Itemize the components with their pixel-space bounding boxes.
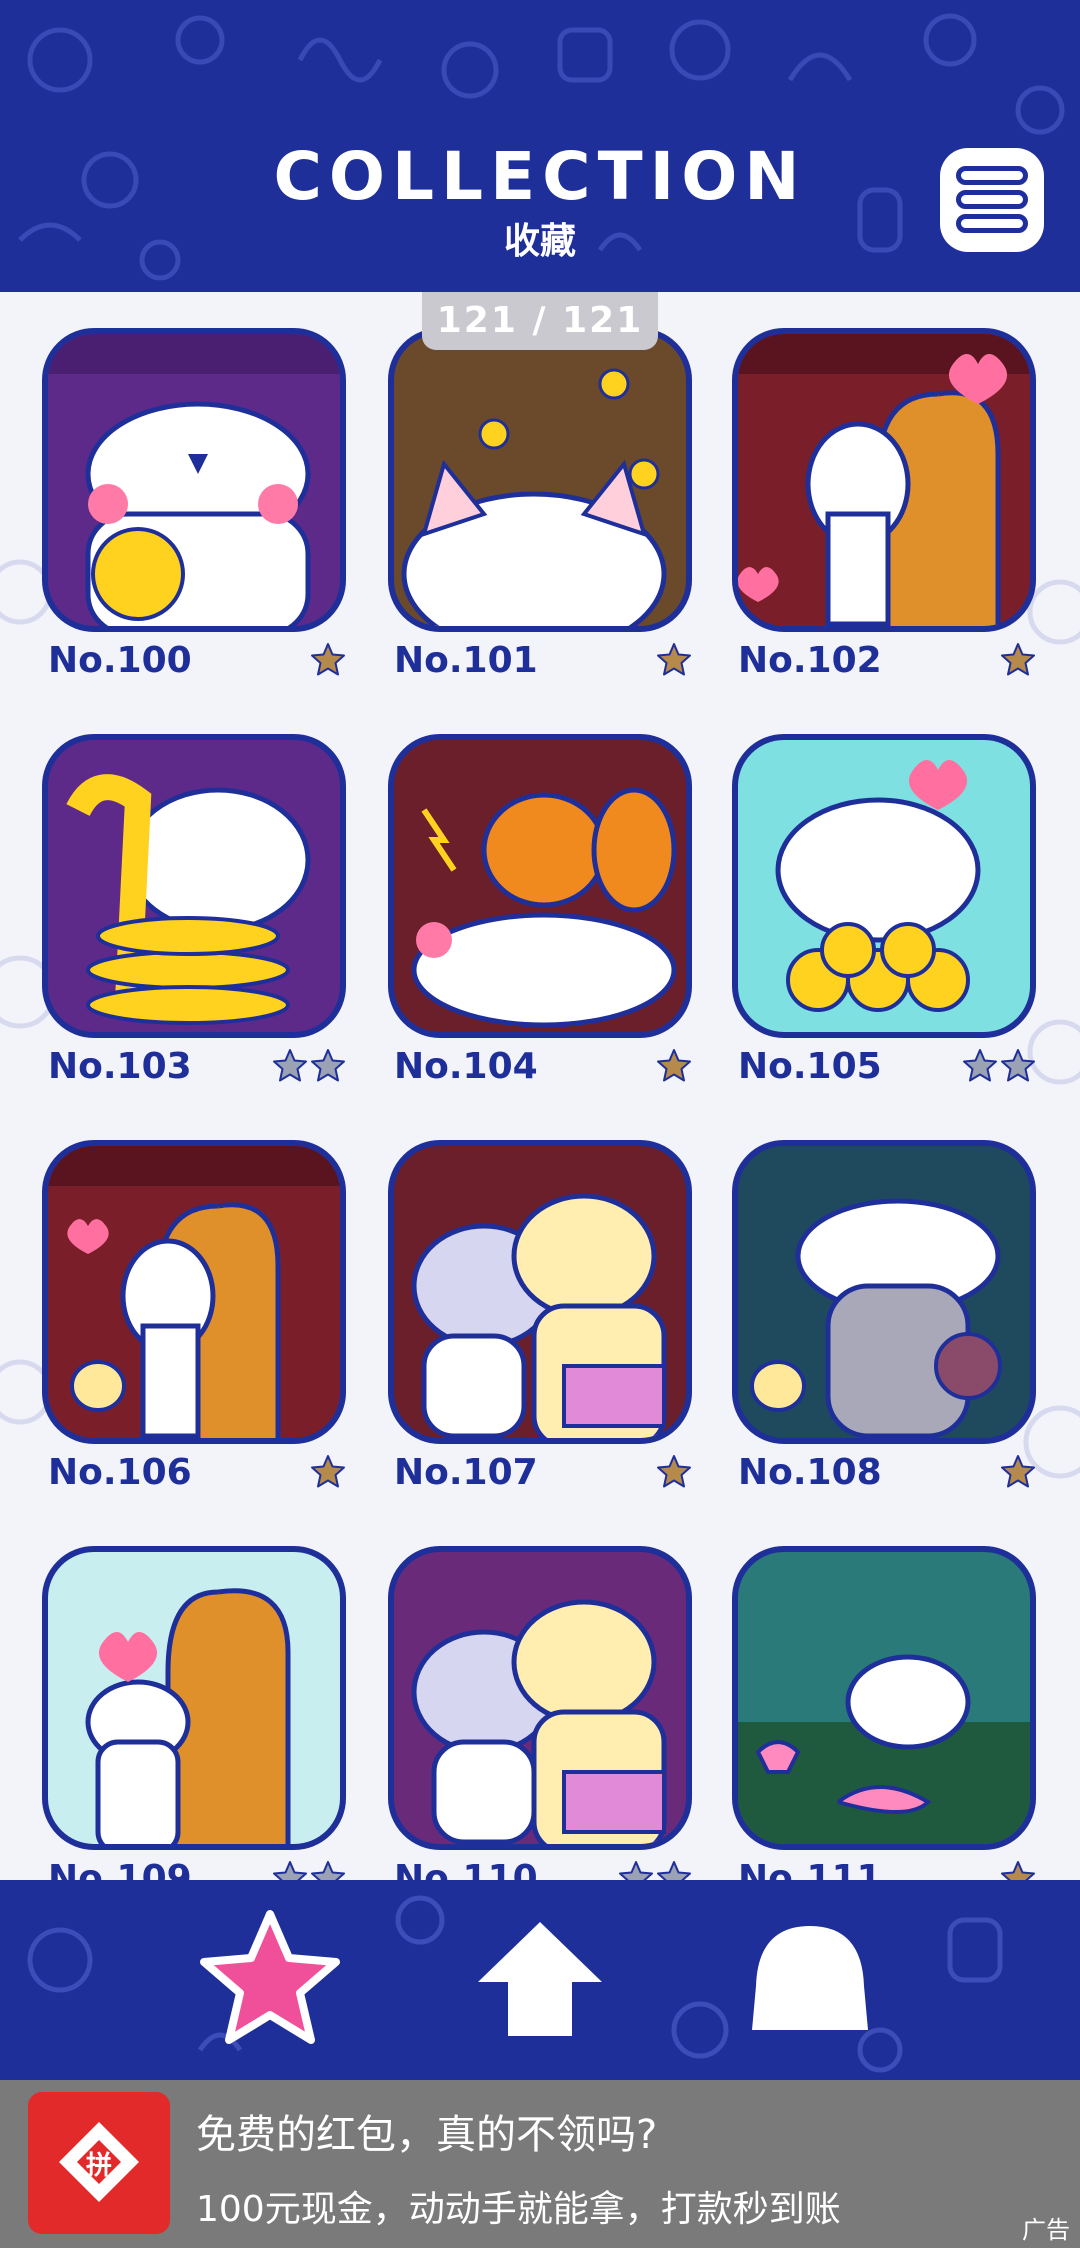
ad-subtitle: 100元现金，动动手就能拿，打款秒到账: [196, 2189, 841, 2230]
card-number: No.100: [48, 640, 192, 681]
collection-card-101[interactable]: No.101: [388, 328, 692, 688]
nav-collection-button[interactable]: [190, 1900, 350, 2060]
star-filled-icon: [656, 642, 692, 682]
star-filled-icon: [1000, 1454, 1036, 1494]
nav-notify-button[interactable]: [730, 1900, 890, 2060]
card-illustration: [42, 1140, 346, 1444]
collection-card-107[interactable]: No.107: [388, 1140, 692, 1500]
card-number: No.108: [738, 1452, 882, 1493]
header-bar: COLLECTION 收藏: [0, 0, 1080, 292]
card-rating: [654, 642, 692, 682]
card-number: No.101: [394, 640, 538, 681]
star-empty-icon: [272, 1048, 308, 1088]
star-empty-icon: [310, 1860, 346, 1880]
star-filled-icon: [1000, 642, 1036, 682]
card-illustration: [42, 328, 346, 632]
card-illustration: [732, 1140, 1036, 1444]
bell-icon: [752, 1926, 868, 2030]
star-empty-icon: [1000, 1048, 1036, 1088]
ad-label: 广告: [1022, 2216, 1070, 2244]
menu-button[interactable]: [940, 148, 1044, 252]
star-empty-icon: [962, 1048, 998, 1088]
page-title: COLLECTION: [273, 138, 807, 215]
collection-card-111[interactable]: No.111: [732, 1546, 1036, 1880]
app-logo-icon: 拼: [28, 2092, 170, 2234]
star-filled-icon: [1000, 1860, 1036, 1880]
card-illustration: [42, 1546, 346, 1850]
card-number: No.103: [48, 1046, 192, 1087]
card-rating: [654, 1048, 692, 1088]
card-rating: [270, 1048, 346, 1088]
ad-banner[interactable]: 拼 免费的红包，真的不领吗? 100元现金，动动手就能拿，打款秒到账 广告: [0, 2080, 1080, 2248]
collection-card-106[interactable]: No.106: [42, 1140, 346, 1500]
star-filled-icon: [310, 1454, 346, 1494]
collection-counter: 121 / 121: [422, 292, 658, 350]
card-number: No.111: [738, 1858, 882, 1880]
star-empty-icon: [310, 1048, 346, 1088]
card-illustration: [388, 1546, 692, 1850]
card-illustration: [732, 1546, 1036, 1850]
card-illustration: [732, 734, 1036, 1038]
card-illustration: [388, 734, 692, 1038]
collection-card-102[interactable]: No.102: [732, 328, 1036, 688]
card-rating: [308, 1454, 346, 1494]
card-rating: [960, 1048, 1036, 1088]
card-illustration: [42, 734, 346, 1038]
card-number: No.106: [48, 1452, 192, 1493]
card-rating: [654, 1454, 692, 1494]
ad-title: 免费的红包，真的不领吗?: [196, 2112, 658, 2158]
card-rating: [998, 1454, 1036, 1494]
collection-card-109[interactable]: No.109: [42, 1546, 346, 1880]
card-rating: [998, 642, 1036, 682]
card-illustration: [732, 328, 1036, 632]
star-empty-icon: [618, 1860, 654, 1880]
card-illustration: [388, 328, 692, 632]
card-number: No.104: [394, 1046, 538, 1087]
card-rating: [616, 1860, 692, 1880]
card-illustration: [388, 1140, 692, 1444]
ad-logo: 拼: [28, 2092, 170, 2234]
card-rating: [308, 642, 346, 682]
nav-home-button[interactable]: [460, 1900, 620, 2060]
star-filled-icon: [656, 1048, 692, 1088]
star-filled-icon: [310, 642, 346, 682]
bottom-nav: [0, 1880, 1080, 2080]
collection-card-108[interactable]: No.108: [732, 1140, 1036, 1500]
star-empty-icon: [272, 1860, 308, 1880]
card-rating: [998, 1860, 1036, 1880]
svg-text:拼: 拼: [86, 2151, 112, 2181]
card-number: No.107: [394, 1452, 538, 1493]
card-number: No.109: [48, 1858, 192, 1880]
star-icon: [200, 1910, 340, 2044]
star-filled-icon: [656, 1454, 692, 1494]
card-rating: [270, 1860, 346, 1880]
collection-card-105[interactable]: No.105: [732, 734, 1036, 1094]
home-icon: [478, 1922, 602, 2036]
collection-card-100[interactable]: No.100: [42, 328, 346, 688]
collection-card-104[interactable]: No.104: [388, 734, 692, 1094]
card-number: No.105: [738, 1046, 882, 1087]
card-number: No.102: [738, 640, 882, 681]
star-empty-icon: [656, 1860, 692, 1880]
collection-grid: 121 / 121 No.100 No.101 No.102 No.103 No…: [0, 292, 1080, 1880]
collection-card-110[interactable]: No.110: [388, 1546, 692, 1880]
page-subtitle: 收藏: [503, 221, 576, 262]
collection-card-103[interactable]: No.103: [42, 734, 346, 1094]
card-number: No.110: [394, 1858, 538, 1880]
